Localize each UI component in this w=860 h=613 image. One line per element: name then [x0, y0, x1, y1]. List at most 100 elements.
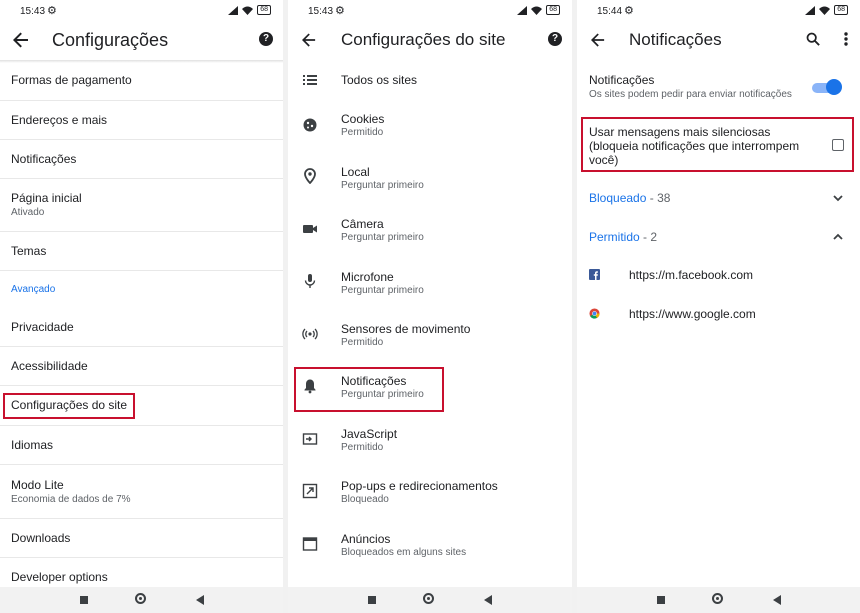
home-icon[interactable]	[423, 593, 434, 604]
site-setting-cookies[interactable]: Cookies Permitido	[288, 105, 572, 151]
back-icon[interactable]	[773, 595, 781, 605]
popup-icon	[302, 483, 318, 499]
gear-icon: ⚙	[624, 5, 634, 17]
back-arrow-icon[interactable]	[587, 29, 609, 51]
back-icon[interactable]	[196, 595, 204, 605]
item-sublabel: Perguntar primeiro	[341, 180, 424, 191]
settings-item-privacy[interactable]: Privacidade	[0, 308, 283, 346]
quiet-messages-row[interactable]: Usar mensagens mais silenciosas (bloquei…	[577, 120, 860, 170]
site-setting-all-sites[interactable]: Todos os sites	[288, 66, 572, 94]
item-sublabel: Permitido	[341, 442, 384, 453]
settings-item-lite-mode[interactable]: Modo Lite Economia de dados de 7%	[0, 465, 283, 518]
signal-icon	[517, 5, 528, 15]
home-icon[interactable]	[135, 593, 146, 604]
site-setting-motion-sensors[interactable]: Sensores de movimento Permitido	[288, 315, 572, 361]
status-time: 15:43	[20, 6, 46, 17]
quiet-label-line-2: (bloqueia notificações que interrompem	[589, 139, 800, 153]
toggle-knob	[826, 79, 842, 95]
settings-item-themes[interactable]: Temas	[0, 232, 283, 270]
settings-screen: 15:43 ⚙ 68 Configurações ? Formas de pag…	[0, 0, 283, 613]
highlight-box	[3, 393, 135, 419]
signal-icon	[228, 5, 239, 15]
status-time: 15:43	[308, 6, 334, 17]
item-label: JavaScript	[341, 427, 398, 441]
site-setting-ads[interactable]: Anúncios Bloqueados em alguns sites	[288, 525, 572, 571]
item-label: Todos os sites	[341, 73, 418, 87]
notifications-screen: 15:44 ⚙ 68 Notificações Notificações Os …	[577, 0, 860, 613]
back-arrow-icon[interactable]	[298, 29, 320, 51]
item-sublabel: Bloqueados em alguns sites	[341, 547, 467, 558]
item-label: Privacidade	[11, 320, 74, 334]
page-title: Notificações	[629, 30, 722, 49]
site-row-facebook[interactable]: https://m.facebook.com	[577, 262, 860, 290]
quiet-messages-checkbox[interactable]	[832, 139, 844, 151]
settings-item-addresses[interactable]: Endereços e mais	[0, 101, 283, 139]
status-bar: 15:44 ⚙ 68	[577, 0, 860, 24]
chevron-down-icon	[833, 195, 843, 202]
help-icon[interactable]: ?	[548, 32, 562, 46]
item-label: Developer options	[11, 570, 108, 584]
site-url: https://www.google.com	[629, 307, 756, 321]
item-label: Downloads	[11, 531, 71, 545]
list-icon	[303, 75, 317, 85]
javascript-icon	[302, 433, 318, 445]
item-label: Anúncios	[341, 532, 391, 546]
search-icon[interactable]	[806, 32, 820, 46]
item-label: Cookies	[341, 112, 385, 126]
item-label: Câmera	[341, 217, 384, 231]
system-nav-bar	[0, 587, 283, 613]
app-bar: Configurações ?	[0, 24, 283, 60]
home-icon[interactable]	[712, 593, 723, 604]
help-icon[interactable]: ?	[259, 32, 273, 46]
site-setting-microphone[interactable]: Microfone Perguntar primeiro	[288, 263, 572, 309]
more-vert-icon[interactable]	[844, 32, 848, 46]
battery-icon: 68	[546, 5, 560, 15]
settings-item-payment[interactable]: Formas de pagamento	[0, 61, 283, 100]
status-bar: 15:43 ⚙ 68	[288, 0, 572, 24]
settings-item-languages[interactable]: Idiomas	[0, 426, 283, 464]
site-settings-screen: 15:43 ⚙ 68 Configurações do site ? Todos…	[288, 0, 572, 613]
page-title: Configurações do site	[341, 30, 506, 49]
toggle-label: Notificações	[589, 73, 655, 87]
item-label: Formas de pagamento	[11, 73, 132, 87]
settings-item-downloads[interactable]: Downloads	[0, 519, 283, 557]
battery-icon: 68	[834, 5, 848, 15]
site-row-google[interactable]: https://www.google.com	[577, 301, 860, 329]
site-setting-popups[interactable]: Pop-ups e redirecionamentos Bloqueado	[288, 472, 572, 518]
site-setting-location[interactable]: Local Perguntar primeiro	[288, 158, 572, 204]
item-sublabel: Economia de dados de 7%	[11, 494, 131, 505]
item-sublabel: Permitido	[341, 127, 384, 138]
settings-item-accessibility[interactable]: Acessibilidade	[0, 347, 283, 385]
item-label: Sensores de movimento	[341, 322, 471, 336]
back-icon[interactable]	[484, 595, 492, 605]
settings-item-notifications[interactable]: Notificações	[0, 140, 283, 178]
item-label: Local	[341, 165, 370, 179]
allowed-label: Permitido	[589, 230, 640, 244]
settings-item-developer-options[interactable]: Developer options	[0, 558, 283, 588]
recents-icon[interactable]	[80, 596, 88, 604]
site-setting-camera[interactable]: Câmera Perguntar primeiro	[288, 210, 572, 256]
section-advanced: Avançado	[11, 284, 56, 295]
blocked-label: Bloqueado	[589, 191, 647, 205]
wifi-icon	[242, 6, 254, 15]
battery-icon: 68	[257, 5, 271, 15]
item-label: Página inicial	[11, 191, 82, 205]
quiet-label-line-3: você)	[589, 153, 619, 167]
location-pin-icon	[304, 168, 316, 184]
recents-icon[interactable]	[657, 596, 665, 604]
back-arrow-icon[interactable]	[10, 29, 32, 51]
gear-icon: ⚙	[335, 5, 345, 17]
allowed-group-header[interactable]: Permitido - 2	[577, 223, 860, 251]
recents-icon[interactable]	[368, 596, 376, 604]
system-nav-bar	[288, 587, 572, 613]
settings-item-homepage[interactable]: Página inicial Ativado	[0, 179, 283, 231]
blocked-group-header[interactable]: Bloqueado - 38	[577, 184, 860, 212]
site-setting-javascript[interactable]: JavaScript Permitido	[288, 420, 572, 466]
camera-icon	[303, 225, 317, 233]
highlight-box	[294, 367, 444, 412]
item-sublabel: Perguntar primeiro	[341, 232, 424, 243]
item-label: Pop-ups e redirecionamentos	[341, 479, 498, 493]
item-sublabel: Perguntar primeiro	[341, 285, 424, 296]
item-label: Endereços e mais	[11, 113, 108, 127]
ads-icon	[302, 537, 318, 551]
